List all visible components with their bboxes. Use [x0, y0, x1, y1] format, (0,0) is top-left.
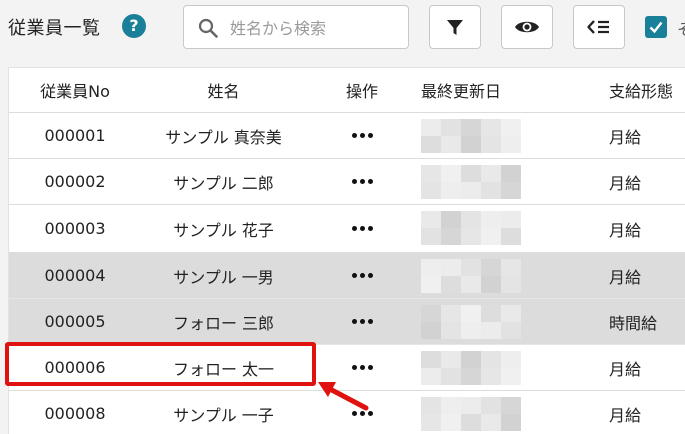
blurred-date [421, 305, 521, 339]
search-box[interactable] [183, 5, 409, 49]
row-no: 000004 [44, 266, 106, 285]
row-pay: 月給 [609, 267, 642, 287]
row-no: 000005 [44, 312, 106, 331]
row-no: 000008 [44, 404, 106, 423]
eye-icon [515, 21, 539, 33]
row-pay: 時間給 [609, 313, 658, 333]
col-header-no[interactable]: 従業員No [9, 68, 141, 112]
blurred-date [421, 165, 521, 199]
row-no: 000001 [44, 126, 106, 145]
row-pay: 月給 [609, 359, 642, 379]
check-icon [649, 21, 663, 34]
table-row[interactable]: 000001 サンプル 真奈美 月給 [9, 113, 685, 159]
view-button[interactable] [501, 5, 553, 49]
blurred-date [421, 351, 521, 385]
row-pay: 月給 [609, 127, 642, 147]
row-name[interactable]: サンプル 二郎 [141, 159, 306, 204]
col-header-name[interactable]: 姓名 [141, 68, 306, 112]
row-name[interactable]: サンプル 花子 [141, 205, 306, 252]
filter-button[interactable] [429, 5, 481, 49]
table-row[interactable]: 000005 フォロー 三郎 時間給 [9, 299, 685, 345]
table-header: 従業員No 姓名 操作 最終更新日 支給形態 [9, 68, 685, 113]
table-row[interactable]: 000002 サンプル 二郎 月給 [9, 159, 685, 205]
row-pay: 月給 [609, 405, 642, 425]
row-actions-button[interactable] [331, 299, 393, 344]
row-pay: 月給 [609, 173, 642, 193]
more-dots-icon [351, 319, 373, 324]
highlight-box [5, 342, 316, 386]
col-header-pay[interactable]: 支給形態 [609, 68, 685, 112]
search-icon [198, 18, 218, 38]
table-row[interactable]: 000004 サンプル 一男 月給 [9, 253, 685, 299]
toolbar: 従業員一覧 ? そ [0, 0, 685, 64]
arrow-annotation [318, 382, 369, 411]
more-dots-icon [351, 133, 373, 138]
row-name[interactable]: サンプル 一男 [141, 253, 306, 298]
col-header-op: 操作 [345, 82, 378, 101]
blurred-date [421, 211, 521, 245]
row-name[interactable]: サンプル 真奈美 [141, 113, 306, 158]
toggle-checkbox[interactable] [645, 16, 667, 38]
more-dots-icon [351, 226, 373, 231]
search-input[interactable] [230, 16, 400, 40]
column-settings-icon [587, 20, 609, 34]
row-actions-button[interactable] [331, 159, 393, 204]
col-header-updated[interactable]: 最終更新日 [421, 68, 601, 112]
row-actions-button[interactable] [331, 253, 393, 298]
truncated-label: そ [677, 16, 685, 36]
blurred-date [421, 119, 521, 153]
table-row[interactable]: 000003 サンプル 花子 月給 [9, 205, 685, 253]
help-icon[interactable]: ? [122, 14, 146, 38]
filter-icon [447, 20, 463, 35]
row-no: 000003 [44, 219, 106, 238]
more-dots-icon [351, 273, 373, 278]
row-actions-button[interactable] [331, 205, 393, 252]
row-no: 000002 [44, 172, 106, 191]
row-actions-button[interactable] [331, 113, 393, 158]
row-name[interactable]: フォロー 三郎 [141, 299, 306, 344]
blurred-date [421, 259, 521, 293]
blurred-date [421, 397, 521, 431]
more-dots-icon [351, 179, 373, 184]
page-title: 従業員一覧 [8, 18, 101, 39]
row-name[interactable]: サンプル 一子 [141, 391, 306, 434]
column-settings-button[interactable] [573, 5, 625, 49]
row-pay: 月給 [609, 220, 642, 240]
